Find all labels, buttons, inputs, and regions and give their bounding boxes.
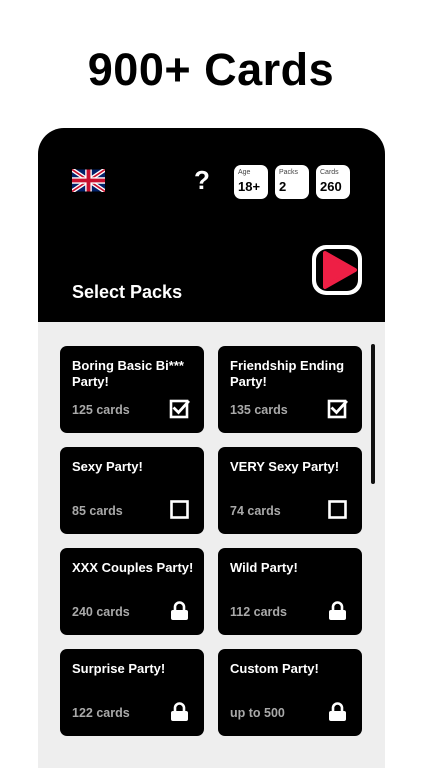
age-stat: Age 18+ [234,165,268,199]
pack-title: Surprise Party! [72,661,166,676]
pack-card-friendship-ending[interactable]: Friendship Ending Party! 135 cards [218,346,362,433]
cards-stat-label: Cards [320,169,339,176]
age-stat-label: Age [238,169,251,176]
packs-stat-value: 2 [279,179,287,194]
pack-count: up to 500 [230,706,285,720]
pack-title: Friendship Ending Party! [230,358,345,389]
headline: 900+ Cards [87,44,335,95]
lock-icon [171,702,188,721]
pack-title: Boring Basic Bi*** Party! [72,358,184,389]
app-header: ? Age 18+ Packs 2 Cards 260 Select Packs [38,128,385,322]
lock-icon [329,601,346,620]
packs-stat: Packs 2 [275,165,309,199]
pack-title: Sexy Party! [72,459,143,474]
cards-stat: Cards 260 [316,165,350,199]
checkbox-checked-icon[interactable] [327,398,348,419]
phone-screen: ? Age 18+ Packs 2 Cards 260 Select Packs… [38,128,385,768]
checkbox-checked-icon[interactable] [169,398,190,419]
pack-count: 125 cards [72,403,130,417]
pack-card-wild[interactable]: Wild Party! 112 cards [218,548,362,635]
uk-flag-icon[interactable] [72,169,105,192]
pack-card-surprise[interactable]: Surprise Party! 122 cards [60,649,204,736]
section-title: Select Packs [72,282,183,302]
pack-card-boring-basic[interactable]: Boring Basic Bi*** Party! 125 cards [60,346,204,433]
pack-card-sexy[interactable]: Sexy Party! 85 cards [60,447,204,534]
pack-count: 112 cards [230,605,287,619]
cards-stat-value: 260 [320,179,342,194]
pack-count: 135 cards [230,403,288,417]
play-button[interactable] [309,242,365,298]
pack-count: 85 cards [72,504,123,518]
checkbox-empty-icon[interactable] [327,499,348,520]
pack-count: 240 cards [72,605,130,619]
pack-card-xxx-couples[interactable]: XXX Couples Party! 240 cards [60,548,204,635]
pack-title: Custom Party! [230,661,319,676]
checkbox-empty-icon[interactable] [169,499,190,520]
pack-card-custom[interactable]: Custom Party! up to 500 [218,649,362,736]
pack-title: XXX Couples Party! [72,560,194,575]
help-button[interactable]: ? [191,166,213,194]
age-stat-value: 18+ [238,179,261,194]
pack-title: VERY Sexy Party! [230,459,340,474]
pack-card-very-sexy[interactable]: VERY Sexy Party! 74 cards [218,447,362,534]
scrollbar[interactable] [371,344,375,484]
lock-icon [171,601,188,620]
pack-title: Wild Party! [230,560,298,575]
packs-stat-label: Packs [279,169,299,176]
lock-icon [329,702,346,721]
pack-count: 74 cards [230,504,281,518]
pack-count: 122 cards [72,706,130,720]
